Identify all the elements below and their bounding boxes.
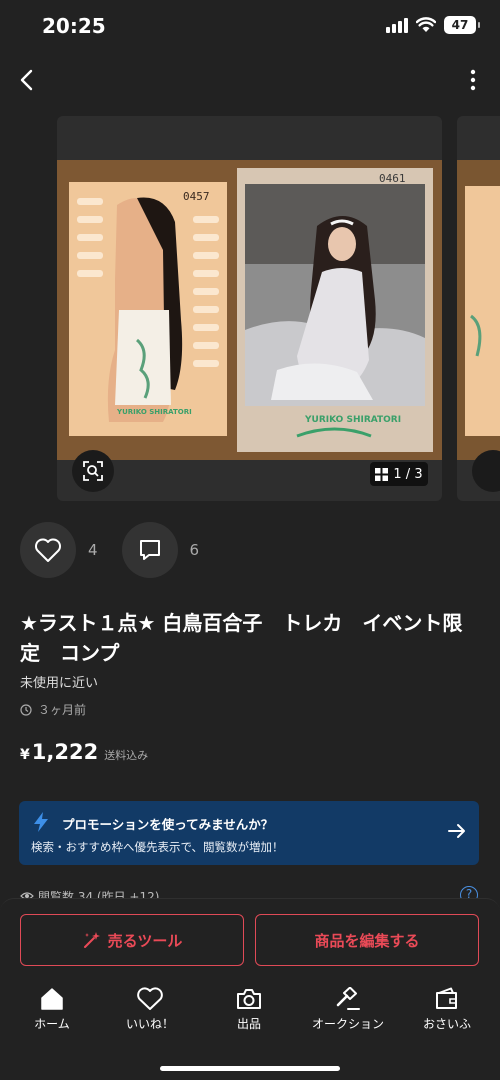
photo-counter-text: 1 / 3 [393, 466, 423, 482]
sell-tool-label: 売るツール [107, 931, 183, 950]
home-indicator [160, 1066, 340, 1071]
tab-bar: ホーム いいね！ 出品 オークション おさいふ [0, 987, 500, 1047]
card2-name: YURIKO SHIRATORI [304, 415, 401, 425]
like-count: 4 [88, 541, 98, 559]
tab-home-label: ホーム [34, 1017, 70, 1031]
like-button[interactable] [20, 522, 76, 578]
signal-icon [386, 17, 408, 33]
comment-button[interactable] [121, 522, 178, 578]
tab-home[interactable]: ホーム [2, 987, 102, 1047]
edit-item-button[interactable]: 商品を編集する [255, 914, 479, 966]
price-row: ¥ 1,222 送料込み [20, 740, 148, 764]
zoom-icon [83, 461, 103, 481]
bottom-panel: 売るツール 商品を編集する ホーム いいね！ 出品 オークション おさいふ [0, 898, 500, 1080]
tab-wallet[interactable]: おさいふ [397, 987, 497, 1047]
sparkle-wand-icon [83, 932, 100, 948]
price-symbol: ¥ [20, 747, 30, 763]
home-icon [41, 988, 63, 1010]
sell-tool-button[interactable]: 売るツール [20, 914, 244, 966]
item-title: ★ラスト１点★ 白鳥百合子 トレカ イベント限定 コンプ [20, 611, 463, 665]
more-options-icon[interactable] [468, 68, 478, 92]
next-photo-image [457, 160, 500, 460]
tab-likes[interactable]: いいね！ [100, 987, 200, 1047]
card1-number: 0457 [183, 190, 210, 203]
promotion-description: 検索・おすすめ枠へ優先表示で、閲覧数が増加！ [31, 840, 284, 854]
posted-time-text: ３ヶ月前 [38, 703, 87, 717]
zoom-button[interactable] [72, 450, 114, 492]
wifi-icon [416, 17, 436, 32]
clock-icon [20, 703, 32, 716]
camera-icon [237, 989, 261, 1009]
status-time: 20:25 [42, 14, 106, 38]
photo-gallery[interactable]: 0457 YURIKO SHIRATORI 0461 YURIKO SHIRAT… [0, 116, 500, 501]
comment-icon [139, 540, 160, 560]
gavel-icon [336, 987, 360, 1010]
wallet-icon [436, 987, 457, 1009]
heart-icon [35, 538, 61, 562]
card1-name: YURIKO SHIRATORI [116, 408, 192, 416]
tab-wallet-label: おさいふ [422, 1017, 471, 1031]
nav-bar [0, 60, 500, 100]
edit-item-label: 商品を編集する [314, 931, 420, 950]
heart-icon [137, 987, 163, 1010]
shipping-label: 送料込み [104, 749, 149, 762]
photo-counter[interactable]: 1 / 3 [370, 462, 428, 486]
status-icons: 47 [386, 16, 480, 34]
promotion-title: プロモーションを使ってみませんか？ [62, 817, 274, 832]
comment-count: 6 [189, 541, 200, 559]
price: 1,222 [31, 740, 99, 764]
tab-sell-label: 出品 [236, 1017, 261, 1031]
promotion-banner[interactable]: プロモーションを使ってみませんか？ 検索・おすすめ枠へ優先表示で、閲覧数が増加！ [19, 801, 479, 865]
tab-auction-label: オークション [311, 1017, 384, 1031]
status-bar: 20:25 47 [0, 0, 500, 56]
card2-number: 0461 [379, 172, 406, 185]
item-condition: 未使用に近い [20, 676, 99, 691]
tab-likes-label: いいね！ [125, 1017, 174, 1031]
back-icon[interactable] [14, 66, 42, 94]
product-photo[interactable]: 0457 YURIKO SHIRATORI 0461 YURIKO SHIRAT… [57, 116, 442, 501]
battery-icon: 47 [444, 16, 480, 34]
product-image: 0457 YURIKO SHIRATORI 0461 YURIKO SHIRAT… [57, 160, 442, 460]
tab-auction[interactable]: オークション [298, 987, 398, 1047]
lightning-icon [34, 812, 48, 832]
grid-icon [375, 467, 389, 481]
tab-sell[interactable]: 出品 [199, 987, 299, 1047]
next-photo-peek[interactable] [457, 116, 500, 501]
posted-time: ３ヶ月前 [20, 701, 86, 718]
item-actions: 4 6 [20, 522, 223, 578]
arrow-right-icon [448, 824, 465, 838]
